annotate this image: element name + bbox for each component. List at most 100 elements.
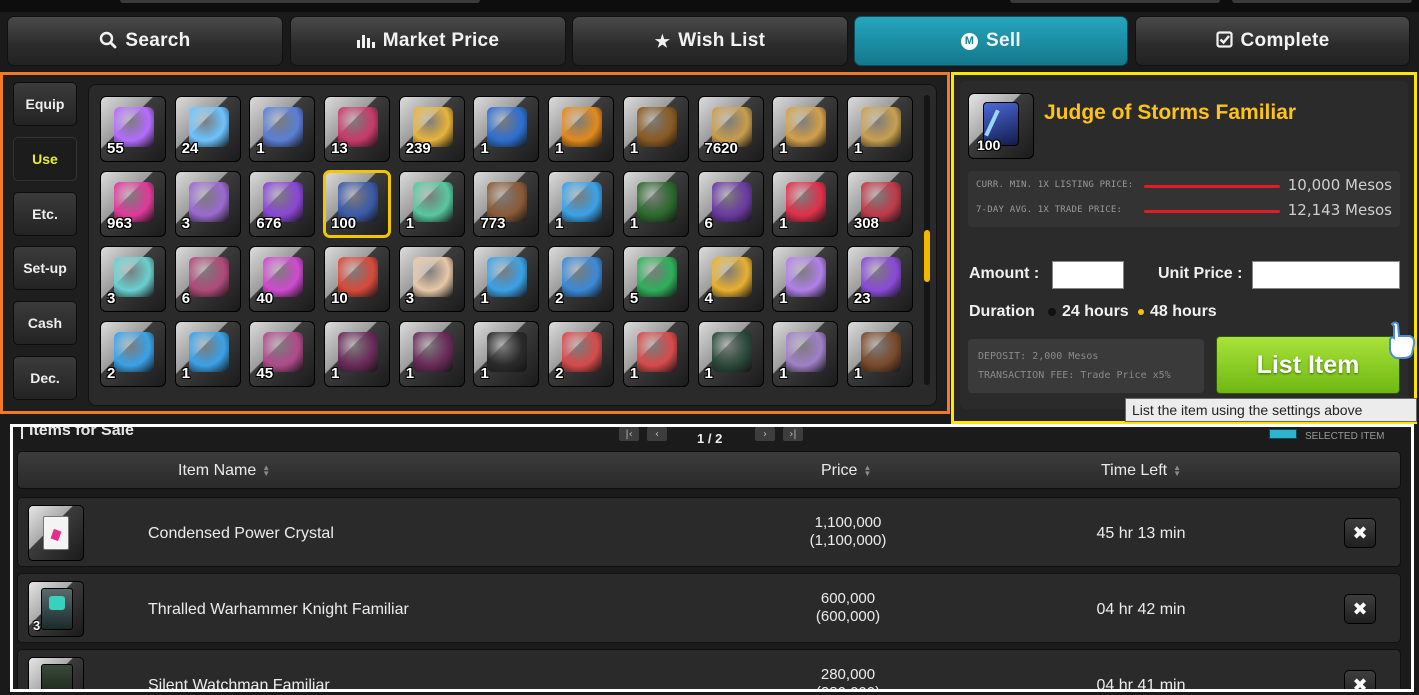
inventory-slot[interactable]: 1	[473, 96, 540, 162]
inventory-slot[interactable]: 1	[548, 171, 615, 237]
fee-info-box: DEPOSIT: 2,000 Mesos TRANSACTION FEE: Tr…	[968, 339, 1204, 393]
red-potion-icon	[786, 182, 827, 222]
column-label: Time Left	[1101, 462, 1168, 479]
inventory-slot[interactable]: 4	[697, 246, 764, 312]
tab-wish-list[interactable]: ★ Wish List	[572, 16, 848, 66]
category-label: Dec.	[30, 370, 60, 386]
inventory-grid: 55 24 1 13 239 1 1 1 7620 1 1 963 3 676 100 1 773 1 1 6 1 308…	[100, 96, 913, 387]
tab-search[interactable]: Search	[7, 16, 283, 66]
inventory-slot[interactable]: 1	[398, 171, 465, 237]
inventory-slot[interactable]: 3	[100, 246, 166, 312]
slot-quantity: 1	[331, 365, 340, 382]
inventory-slot[interactable]: 1	[398, 321, 465, 387]
inventory-slot[interactable]: 23	[846, 246, 913, 312]
inventory-slot[interactable]: 5	[622, 246, 689, 312]
table-row[interactable]: Condensed Power Crystal 1,100,000 (1,100,…	[17, 497, 1401, 567]
inventory-slot[interactable]: 45	[249, 321, 316, 387]
table-row[interactable]: Silent Watchman Familiar 280,000(280,000…	[17, 649, 1401, 689]
category-use[interactable]: Use	[13, 137, 77, 181]
tab-sell[interactable]: M Sell	[854, 16, 1128, 66]
inventory-slot[interactable]: 24	[174, 96, 241, 162]
inventory-slot[interactable]: 10	[324, 246, 391, 312]
slot-quantity: 4	[704, 290, 713, 307]
slot-quantity: 3	[405, 290, 415, 307]
last-page-button[interactable]: ›|	[783, 427, 803, 441]
inventory-slot[interactable]: 1	[846, 321, 913, 387]
tab-complete[interactable]: Complete	[1135, 16, 1410, 66]
inventory-slot[interactable]: 40	[249, 246, 316, 312]
column-item-name[interactable]: Item Name ▲ ▼	[178, 462, 270, 480]
first-page-button[interactable]: |‹	[619, 427, 639, 441]
inventory-slot[interactable]: 1	[548, 96, 615, 162]
inventory-slot[interactable]: 1	[697, 321, 764, 387]
category-setup[interactable]: Set-up	[13, 246, 77, 290]
inventory-slot[interactable]: 963	[100, 171, 166, 237]
red-document-icon	[562, 332, 603, 372]
inventory-slot[interactable]: 239	[398, 96, 465, 162]
slot-quantity: 1	[779, 290, 788, 307]
duration-48h-radio[interactable]: 48 hours	[1138, 303, 1217, 321]
inventory-slot[interactable]: 100	[323, 170, 392, 238]
unit-price-field[interactable]	[1252, 261, 1400, 289]
inventory-slot[interactable]: 1	[473, 246, 540, 312]
inventory-slot[interactable]: 1	[249, 96, 316, 162]
radio-dot	[1048, 308, 1056, 316]
prev-page-button[interactable]: ‹	[647, 427, 667, 441]
slot-quantity: 13	[331, 140, 348, 157]
inventory-slot[interactable]: 1	[622, 321, 689, 387]
slot-quantity: 1	[405, 365, 415, 382]
duration-24h-radio[interactable]: 24 hours	[1048, 303, 1129, 321]
inventory-slot[interactable]: 1	[324, 321, 391, 387]
slot-quantity: 676	[256, 215, 282, 232]
cancel-listing-button[interactable]: ✖	[1344, 518, 1376, 548]
inventory-slot[interactable]: 55	[100, 96, 166, 162]
inventory-slot[interactable]: 676	[249, 171, 316, 237]
cancel-listing-button[interactable]: ✖	[1344, 670, 1376, 689]
tab-market-price[interactable]: Market Price	[290, 16, 566, 66]
maple-leaf-icon	[562, 182, 603, 222]
inventory-slot[interactable]: 2	[100, 321, 166, 387]
sort-icon: ▲ ▼	[863, 462, 872, 478]
inventory-slot[interactable]: 1	[473, 321, 540, 387]
inventory-slot[interactable]: 1	[622, 171, 689, 237]
current-min-price-row: CURR. MIN. 1X LISTING PRICE: 10,000 Meso…	[976, 176, 1396, 196]
sell-panel-inner: 100 Judge of Storms Familiar CURR. MIN. …	[960, 81, 1408, 409]
selected-item-name: Judge of Storms Familiar	[1044, 101, 1297, 124]
inventory-slot[interactable]: 1	[622, 96, 689, 162]
inventory-slot[interactable]: 773	[473, 171, 540, 237]
slot-quantity: 308	[853, 215, 879, 232]
column-time-left[interactable]: Time Left ▲ ▼	[1101, 462, 1181, 480]
inventory-slot[interactable]: 3	[398, 246, 465, 312]
category-equip[interactable]: Equip	[13, 82, 77, 126]
inventory-slot[interactable]: 2	[548, 321, 615, 387]
row-price-value: 600,000	[820, 590, 876, 607]
category-etc[interactable]: Etc.	[13, 192, 77, 236]
inventory-slot[interactable]: 308	[846, 171, 913, 237]
inventory-slot[interactable]: 1	[772, 246, 839, 312]
cancel-listing-button[interactable]: ✖	[1344, 594, 1376, 624]
list-item-button[interactable]: List Item	[1216, 336, 1400, 394]
amount-field[interactable]	[1052, 261, 1124, 289]
inventory-slot[interactable]: 1	[174, 321, 241, 387]
inventory-slot[interactable]: 6	[174, 246, 241, 312]
inventory-slot[interactable]: 13	[324, 96, 391, 162]
inventory-slot[interactable]: 6	[697, 171, 764, 237]
inventory-scroll-thumb[interactable]	[924, 230, 930, 282]
inventory-slot[interactable]: 7620	[697, 96, 764, 162]
inventory-slot[interactable]: 3	[174, 171, 241, 237]
next-page-button[interactable]: ›	[755, 427, 775, 441]
inventory-slot[interactable]: 1	[772, 321, 839, 387]
row-price-sub: (600,000)	[815, 608, 881, 625]
inventory-slot[interactable]: 1	[772, 171, 839, 237]
inventory-slot[interactable]: 1	[846, 96, 913, 162]
category-label: Use	[32, 151, 58, 167]
category-cash[interactable]: Cash	[13, 301, 77, 345]
cheese-icon	[711, 257, 752, 297]
category-dec[interactable]: Dec.	[13, 356, 77, 400]
star-icon: ★	[654, 31, 671, 51]
column-price[interactable]: Price ▲ ▼	[821, 462, 871, 480]
table-row[interactable]: 3 Thralled Warhammer Knight Familiar 600…	[17, 573, 1401, 643]
inventory-slot[interactable]: 1	[772, 96, 839, 162]
inventory-slot[interactable]: 2	[548, 246, 615, 312]
slot-quantity: 1	[629, 215, 639, 232]
